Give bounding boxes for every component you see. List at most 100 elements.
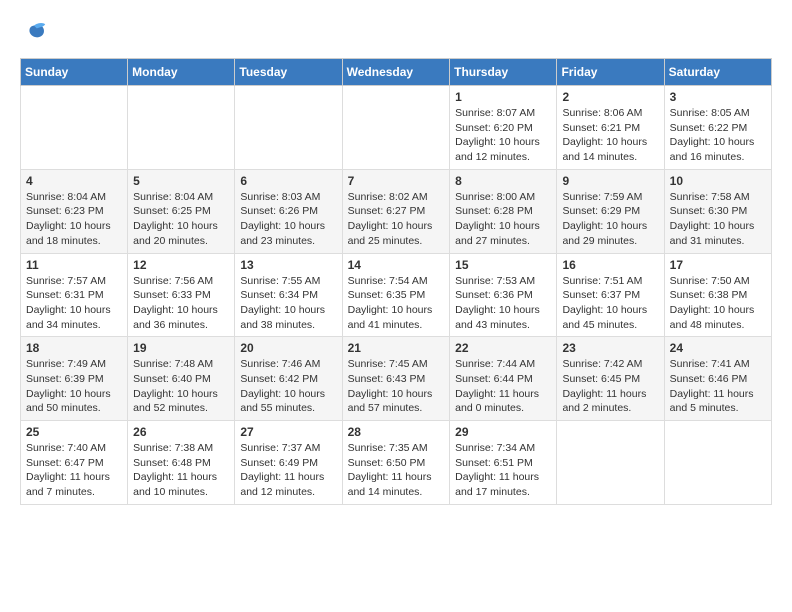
calendar-header-saturday: Saturday xyxy=(664,59,771,86)
calendar-cell: 24 Sunrise: 7:41 AM Sunset: 6:46 PM Dayli… xyxy=(664,337,771,421)
day-number: 29 xyxy=(455,425,551,439)
day-info: Sunrise: 8:05 AM Sunset: 6:22 PM Dayligh… xyxy=(670,106,766,165)
day-number: 16 xyxy=(562,258,658,272)
calendar-cell: 21 Sunrise: 7:45 AM Sunset: 6:43 PM Dayli… xyxy=(342,337,450,421)
day-info: Sunrise: 7:49 AM Sunset: 6:39 PM Dayligh… xyxy=(26,357,122,416)
day-number: 24 xyxy=(670,341,766,355)
day-number: 11 xyxy=(26,258,122,272)
calendar-week-row: 18 Sunrise: 7:49 AM Sunset: 6:39 PM Dayli… xyxy=(21,337,772,421)
calendar-cell: 9 Sunrise: 7:59 AM Sunset: 6:29 PM Daylig… xyxy=(557,169,664,253)
calendar-cell xyxy=(235,86,342,170)
day-number: 22 xyxy=(455,341,551,355)
calendar-cell: 18 Sunrise: 7:49 AM Sunset: 6:39 PM Dayli… xyxy=(21,337,128,421)
day-info: Sunrise: 7:56 AM Sunset: 6:33 PM Dayligh… xyxy=(133,274,229,333)
calendar-cell xyxy=(21,86,128,170)
calendar-week-row: 11 Sunrise: 7:57 AM Sunset: 6:31 PM Dayli… xyxy=(21,253,772,337)
calendar-cell: 10 Sunrise: 7:58 AM Sunset: 6:30 PM Dayli… xyxy=(664,169,771,253)
calendar-cell: 4 Sunrise: 8:04 AM Sunset: 6:23 PM Daylig… xyxy=(21,169,128,253)
calendar-header-row: SundayMondayTuesdayWednesdayThursdayFrid… xyxy=(21,59,772,86)
day-number: 8 xyxy=(455,174,551,188)
calendar-cell: 19 Sunrise: 7:48 AM Sunset: 6:40 PM Dayli… xyxy=(128,337,235,421)
calendar-cell xyxy=(342,86,450,170)
day-number: 1 xyxy=(455,90,551,104)
day-number: 19 xyxy=(133,341,229,355)
day-info: Sunrise: 7:59 AM Sunset: 6:29 PM Dayligh… xyxy=(562,190,658,249)
day-number: 3 xyxy=(670,90,766,104)
day-info: Sunrise: 7:57 AM Sunset: 6:31 PM Dayligh… xyxy=(26,274,122,333)
calendar-cell: 13 Sunrise: 7:55 AM Sunset: 6:34 PM Dayli… xyxy=(235,253,342,337)
day-info: Sunrise: 8:04 AM Sunset: 6:23 PM Dayligh… xyxy=(26,190,122,249)
calendar-cell: 12 Sunrise: 7:56 AM Sunset: 6:33 PM Dayli… xyxy=(128,253,235,337)
day-number: 18 xyxy=(26,341,122,355)
calendar-week-row: 25 Sunrise: 7:40 AM Sunset: 6:47 PM Dayli… xyxy=(21,421,772,505)
calendar-cell: 28 Sunrise: 7:35 AM Sunset: 6:50 PM Dayli… xyxy=(342,421,450,505)
day-info: Sunrise: 8:00 AM Sunset: 6:28 PM Dayligh… xyxy=(455,190,551,249)
day-number: 17 xyxy=(670,258,766,272)
calendar-cell xyxy=(557,421,664,505)
calendar-header-friday: Friday xyxy=(557,59,664,86)
calendar-cell: 22 Sunrise: 7:44 AM Sunset: 6:44 PM Dayli… xyxy=(450,337,557,421)
day-info: Sunrise: 7:38 AM Sunset: 6:48 PM Dayligh… xyxy=(133,441,229,500)
calendar-header-monday: Monday xyxy=(128,59,235,86)
calendar-table: SundayMondayTuesdayWednesdayThursdayFrid… xyxy=(20,58,772,505)
day-number: 21 xyxy=(348,341,445,355)
day-info: Sunrise: 8:03 AM Sunset: 6:26 PM Dayligh… xyxy=(240,190,336,249)
calendar-cell: 26 Sunrise: 7:38 AM Sunset: 6:48 PM Dayli… xyxy=(128,421,235,505)
calendar-cell: 11 Sunrise: 7:57 AM Sunset: 6:31 PM Dayli… xyxy=(21,253,128,337)
logo xyxy=(20,20,52,48)
day-info: Sunrise: 7:54 AM Sunset: 6:35 PM Dayligh… xyxy=(348,274,445,333)
day-number: 2 xyxy=(562,90,658,104)
calendar-week-row: 4 Sunrise: 8:04 AM Sunset: 6:23 PM Daylig… xyxy=(21,169,772,253)
calendar-header-sunday: Sunday xyxy=(21,59,128,86)
calendar-cell: 7 Sunrise: 8:02 AM Sunset: 6:27 PM Daylig… xyxy=(342,169,450,253)
day-number: 13 xyxy=(240,258,336,272)
day-info: Sunrise: 7:46 AM Sunset: 6:42 PM Dayligh… xyxy=(240,357,336,416)
day-number: 26 xyxy=(133,425,229,439)
day-info: Sunrise: 7:37 AM Sunset: 6:49 PM Dayligh… xyxy=(240,441,336,500)
calendar-cell: 14 Sunrise: 7:54 AM Sunset: 6:35 PM Dayli… xyxy=(342,253,450,337)
calendar-cell: 3 Sunrise: 8:05 AM Sunset: 6:22 PM Daylig… xyxy=(664,86,771,170)
calendar-cell xyxy=(664,421,771,505)
page-header xyxy=(20,20,772,48)
day-number: 25 xyxy=(26,425,122,439)
day-info: Sunrise: 7:34 AM Sunset: 6:51 PM Dayligh… xyxy=(455,441,551,500)
calendar-cell: 15Sunrise: 7:53 AM Sunset: 6:36 PM Dayli… xyxy=(450,253,557,337)
calendar-cell: 5Sunrise: 8:04 AM Sunset: 6:25 PM Daylig… xyxy=(128,169,235,253)
day-number: 7 xyxy=(348,174,445,188)
day-info: Sunrise: 7:35 AM Sunset: 6:50 PM Dayligh… xyxy=(348,441,445,500)
calendar-header-tuesday: Tuesday xyxy=(235,59,342,86)
day-info: Sunrise: 7:50 AM Sunset: 6:38 PM Dayligh… xyxy=(670,274,766,333)
day-info: Sunrise: 7:55 AM Sunset: 6:34 PM Dayligh… xyxy=(240,274,336,333)
day-info: Sunrise: 7:40 AM Sunset: 6:47 PM Dayligh… xyxy=(26,441,122,500)
calendar-cell: 23Sunrise: 7:42 AM Sunset: 6:45 PM Dayli… xyxy=(557,337,664,421)
day-number: 12 xyxy=(133,258,229,272)
day-number: 27 xyxy=(240,425,336,439)
calendar-cell: 8 Sunrise: 8:00 AM Sunset: 6:28 PM Daylig… xyxy=(450,169,557,253)
calendar-cell xyxy=(128,86,235,170)
day-number: 4 xyxy=(26,174,122,188)
calendar-week-row: 1 Sunrise: 8:07 AM Sunset: 6:20 PM Daylig… xyxy=(21,86,772,170)
day-number: 14 xyxy=(348,258,445,272)
day-number: 9 xyxy=(562,174,658,188)
day-info: Sunrise: 7:41 AM Sunset: 6:46 PM Dayligh… xyxy=(670,357,766,416)
day-info: Sunrise: 7:45 AM Sunset: 6:43 PM Dayligh… xyxy=(348,357,445,416)
day-info: Sunrise: 7:51 AM Sunset: 6:37 PM Dayligh… xyxy=(562,274,658,333)
day-number: 6 xyxy=(240,174,336,188)
calendar-cell: 16 Sunrise: 7:51 AM Sunset: 6:37 PM Dayli… xyxy=(557,253,664,337)
day-info: Sunrise: 7:44 AM Sunset: 6:44 PM Dayligh… xyxy=(455,357,551,416)
day-info: Sunrise: 7:58 AM Sunset: 6:30 PM Dayligh… xyxy=(670,190,766,249)
day-number: 10 xyxy=(670,174,766,188)
day-info: Sunrise: 8:07 AM Sunset: 6:20 PM Dayligh… xyxy=(455,106,551,165)
calendar-cell: 17 Sunrise: 7:50 AM Sunset: 6:38 PM Dayli… xyxy=(664,253,771,337)
day-info: Sunrise: 7:48 AM Sunset: 6:40 PM Dayligh… xyxy=(133,357,229,416)
day-number: 20 xyxy=(240,341,336,355)
calendar-header-wednesday: Wednesday xyxy=(342,59,450,86)
day-info: Sunrise: 8:02 AM Sunset: 6:27 PM Dayligh… xyxy=(348,190,445,249)
day-number: 23 xyxy=(562,341,658,355)
calendar-cell: 20 Sunrise: 7:46 AM Sunset: 6:42 PM Dayli… xyxy=(235,337,342,421)
calendar-cell: 25 Sunrise: 7:40 AM Sunset: 6:47 PM Dayli… xyxy=(21,421,128,505)
day-info: Sunrise: 8:04 AM Sunset: 6:25 PM Dayligh… xyxy=(133,190,229,249)
logo-icon xyxy=(20,20,48,48)
calendar-cell: 1 Sunrise: 8:07 AM Sunset: 6:20 PM Daylig… xyxy=(450,86,557,170)
day-number: 28 xyxy=(348,425,445,439)
